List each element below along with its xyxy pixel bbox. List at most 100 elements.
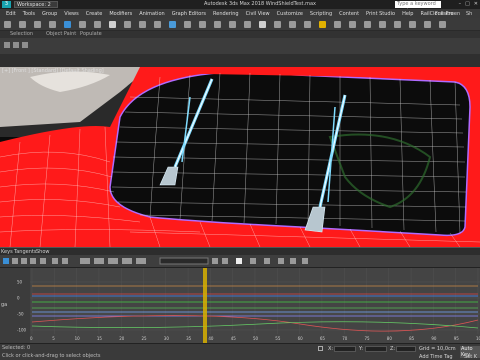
status-bar: Selected: 0 Click or click-and-drag to s… — [0, 343, 480, 360]
toolbar-button-icon[interactable] — [274, 21, 281, 28]
status-prompt: Click or click-and-drag to select object… — [2, 353, 101, 359]
toolbar-button-icon[interactable] — [349, 21, 356, 28]
toolbar-button-icon[interactable] — [109, 21, 116, 28]
y-tick-label: -50 — [17, 312, 24, 317]
menu-bar: Edit Tools Group Views Create Modifiers Animat… — [0, 9, 480, 18]
toolbar-button-icon[interactable] — [364, 21, 371, 28]
main-toolbar — [0, 18, 480, 31]
workspace-label: Workspace: 2 — [17, 1, 51, 8]
toolbar-button-icon[interactable] — [154, 21, 161, 28]
x-tick-label: 90 — [431, 336, 437, 341]
x-tick-label: 45 — [231, 336, 237, 341]
toolbar-button-icon[interactable] — [379, 21, 386, 28]
toolbar-button-icon[interactable] — [49, 21, 56, 28]
menu-item-shell[interactable]: Sh — [466, 11, 472, 17]
z-coord-label: Z: — [390, 346, 396, 352]
z-coord-field[interactable] — [396, 346, 416, 352]
menu-item-graph-editors[interactable]: Graph Editors — [172, 11, 206, 17]
x-tick-label: 15 — [97, 336, 103, 341]
x-tick-label: 100 — [476, 336, 480, 341]
toolbar-button-icon[interactable] — [199, 21, 206, 28]
menu-item-customize[interactable]: Customize — [277, 11, 303, 17]
x-tick-label: 5 — [52, 336, 55, 341]
lock-icon[interactable] — [318, 346, 323, 351]
toolbar-button-icon[interactable] — [64, 21, 71, 28]
y-coord-field[interactable] — [365, 346, 387, 352]
toolbar-button-icon[interactable] — [79, 21, 86, 28]
toolbar-button-icon[interactable] — [244, 21, 251, 28]
toolbar-button-icon[interactable] — [4, 21, 11, 28]
ribbon-tab-object-paint[interactable]: Object Paint — [46, 31, 76, 37]
x-tick-label: 35 — [186, 336, 192, 341]
menu-item-edit[interactable]: Edit — [6, 11, 16, 17]
toolbar-button-icon[interactable] — [259, 21, 266, 28]
menu-item-modifiers[interactable]: Modifiers — [109, 11, 132, 17]
curve-editor-graph[interactable]: 50 0 -50 -100 0 5 10 15 20 25 30 35 40 45 50 55 60 65 70 7… — [0, 268, 480, 343]
toolbar-button-icon[interactable] — [319, 21, 326, 28]
x-tick-label: 80 — [387, 336, 393, 341]
toolbar-button-icon[interactable] — [409, 21, 416, 28]
x-coord-field[interactable] — [334, 346, 356, 352]
viewport-label[interactable]: [+] [Front ] [Standard] [Default Shading… — [2, 68, 104, 74]
modeling-panel — [0, 38, 480, 54]
menu-item-views[interactable]: Views — [64, 11, 78, 17]
toolbar-button-icon[interactable] — [169, 21, 176, 28]
menu-item-group[interactable]: Group — [42, 11, 57, 17]
menu-item-create[interactable]: Create — [86, 11, 103, 17]
ribbon-tabs: Selection Object Paint Populate — [0, 31, 480, 38]
toolbar-button-icon[interactable] — [94, 21, 101, 28]
app-logo-icon[interactable]: 3 — [2, 1, 11, 8]
x-tick-label: 60 — [298, 336, 304, 341]
maximize-button[interactable]: □ — [465, 1, 470, 7]
curve-editor-toolbar — [0, 255, 480, 268]
menu-item-content[interactable]: Content — [339, 11, 359, 17]
menu-item-print-studio[interactable]: Print Studio — [366, 11, 395, 17]
selection-count: Selected: 0 — [2, 345, 31, 351]
minimize-button[interactable]: – — [459, 1, 462, 7]
toolbar-button-icon[interactable] — [19, 21, 26, 28]
menu-item-help[interactable]: Help — [402, 11, 413, 17]
menu-item-scripting[interactable]: Scripting — [310, 11, 332, 17]
x-tick-label: 70 — [342, 336, 348, 341]
toolbar-button-icon[interactable] — [139, 21, 146, 28]
y-coord-label: Y: — [359, 346, 364, 352]
toolbar-button-icon[interactable] — [289, 21, 296, 28]
toolbar-button-icon[interactable] — [229, 21, 236, 28]
x-tick-label: 30 — [164, 336, 170, 341]
close-button[interactable]: ✕ — [474, 1, 478, 7]
toolbar-button-icon[interactable] — [124, 21, 131, 28]
menu-item-fullscreen[interactable]: Fullscreen — [435, 11, 460, 17]
set-key-button[interactable]: Set K — [464, 354, 477, 360]
toolbar-button-icon[interactable] — [214, 21, 221, 28]
toolbar-button-icon[interactable] — [184, 21, 191, 28]
panel-icons[interactable] — [4, 42, 28, 48]
add-time-tag-button[interactable]: Add Time Tag — [419, 354, 453, 360]
search-input[interactable]: Type a keyword or phrase — [395, 1, 441, 14]
x-tick-label: 40 — [208, 336, 214, 341]
workspace-dropdown[interactable]: Workspace: 2 — [14, 1, 58, 8]
menu-item-tools[interactable]: Tools — [23, 11, 35, 17]
windshield-glass — [110, 72, 470, 236]
x-tick-label: 75 — [365, 336, 371, 341]
x-tick-label: 50 — [253, 336, 259, 341]
graph-side-label: ga — [1, 302, 8, 308]
toolbar-button-icon[interactable] — [394, 21, 401, 28]
ribbon-tab-populate[interactable]: Populate — [80, 31, 102, 37]
y-tick-label: 50 — [17, 280, 23, 285]
menu-item-animation[interactable]: Animation — [139, 11, 165, 17]
time-slider-marker[interactable] — [203, 268, 207, 343]
viewport-front[interactable]: [+] [Front ] [Standard] [Default Shading… — [0, 67, 480, 247]
window-title: Autodesk 3ds Max 2018 WindShieldTest.max — [204, 1, 317, 7]
menu-item-rendering[interactable]: Rendering — [213, 11, 239, 17]
toolbar-button-icon[interactable] — [304, 21, 311, 28]
toolbar-button-icon[interactable] — [334, 21, 341, 28]
toolbar-button-icon[interactable] — [439, 21, 446, 28]
curve-tool-icons[interactable] — [3, 257, 308, 265]
toolbar-button-icon[interactable] — [34, 21, 41, 28]
title-bar: 3 Workspace: 2 Autodesk 3ds Max 2018 Win… — [0, 0, 480, 14]
panel-divider — [0, 54, 480, 67]
menu-item-civil-view[interactable]: Civil View — [246, 11, 270, 17]
x-tick-label: 0 — [30, 336, 33, 341]
ribbon-tab-selection[interactable]: Selection — [10, 31, 33, 37]
toolbar-button-icon[interactable] — [424, 21, 431, 28]
